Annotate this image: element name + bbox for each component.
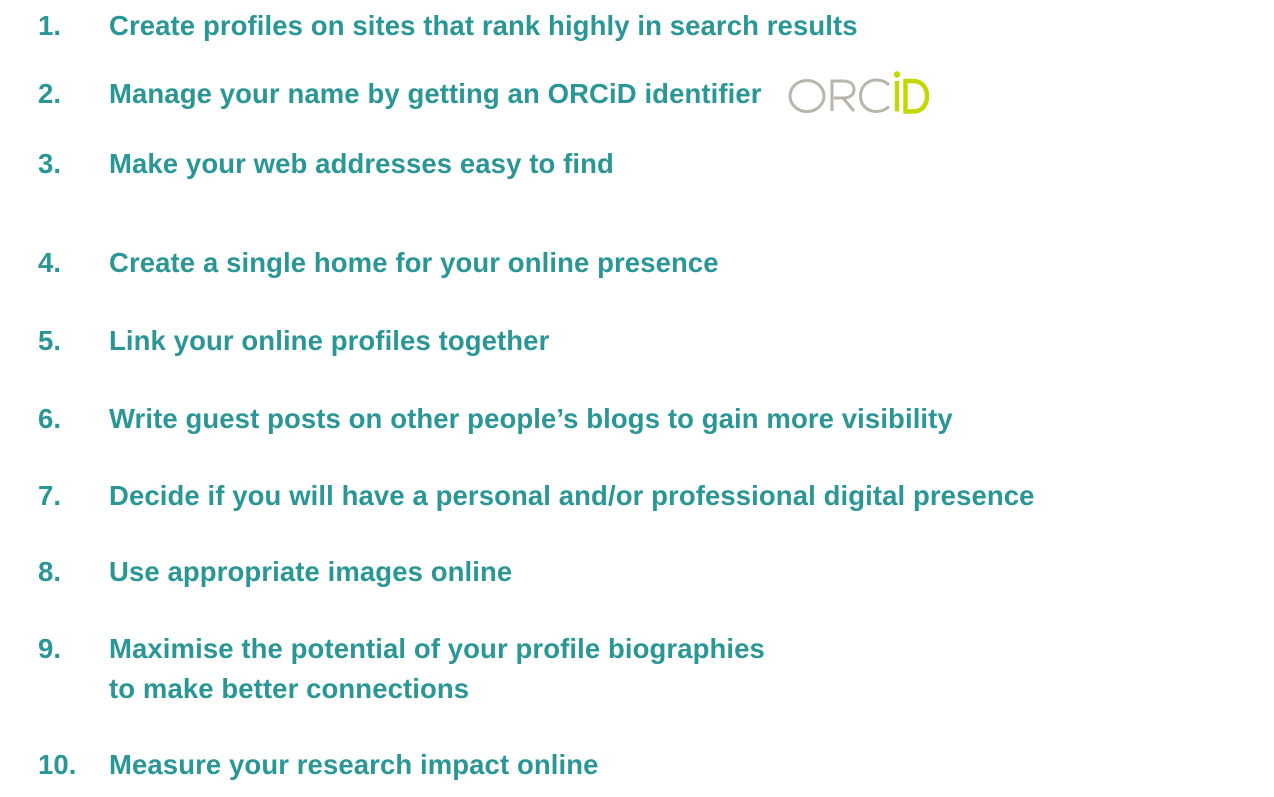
item-number: 1. — [38, 10, 62, 41]
item-text: Link your online profiles together — [109, 325, 550, 356]
item-text: Write guest posts on other people’s blog… — [109, 403, 953, 434]
list-item: 9. Maximise the potential of your profil… — [38, 629, 765, 709]
list-item: 10. Measure your research impact online — [38, 745, 599, 785]
item-number: 10. — [38, 749, 77, 780]
orcid-logo-image — [788, 71, 930, 114]
item-text: Decide if you will have a personal and/o… — [109, 480, 1035, 511]
item-text: Make your web addresses easy to find — [109, 148, 614, 179]
item-text: Create profiles on sites that rank highl… — [109, 10, 858, 41]
item-number: 6. — [38, 403, 62, 434]
list-item: 3. Make your web addresses easy to find — [38, 144, 614, 184]
list-item: 5. Link your online profiles together — [38, 321, 549, 361]
list-item: 8. Use appropriate images online — [38, 552, 512, 592]
item-text: Create a single home for your online pre… — [109, 247, 719, 278]
item-text-line-1: Maximise the potential of your profile b… — [109, 633, 765, 664]
item-number: 2. — [38, 78, 62, 109]
orcid-logo — [787, 70, 930, 116]
item-number: 7. — [38, 480, 62, 511]
list-item: 1. Create profiles on sites that rank hi… — [38, 6, 858, 46]
item-number: 9. — [38, 633, 62, 664]
item-text: Maximise the potential of your profile b… — [109, 629, 765, 709]
item-text: Measure your research impact online — [109, 749, 599, 780]
list-item: 2. Manage your name by getting an ORCiD … — [38, 71, 930, 120]
item-text-line-2: to make better connections — [109, 673, 470, 704]
item-number: 4. — [38, 247, 62, 278]
item-number: 8. — [38, 556, 62, 587]
list-item: 4. Create a single home for your online … — [38, 243, 719, 283]
item-text: Manage your name by getting an ORCiD ide… — [109, 71, 930, 120]
item-number: 5. — [38, 325, 62, 356]
item-number: 3. — [38, 148, 62, 179]
item-text: Use appropriate images online — [109, 556, 513, 587]
item-text-label: Manage your name by getting an ORCiD ide… — [109, 78, 762, 109]
list-item: 7. Decide if you will have a personal an… — [38, 476, 1035, 516]
list-item: 6. Write guest posts on other people’s b… — [38, 399, 953, 439]
